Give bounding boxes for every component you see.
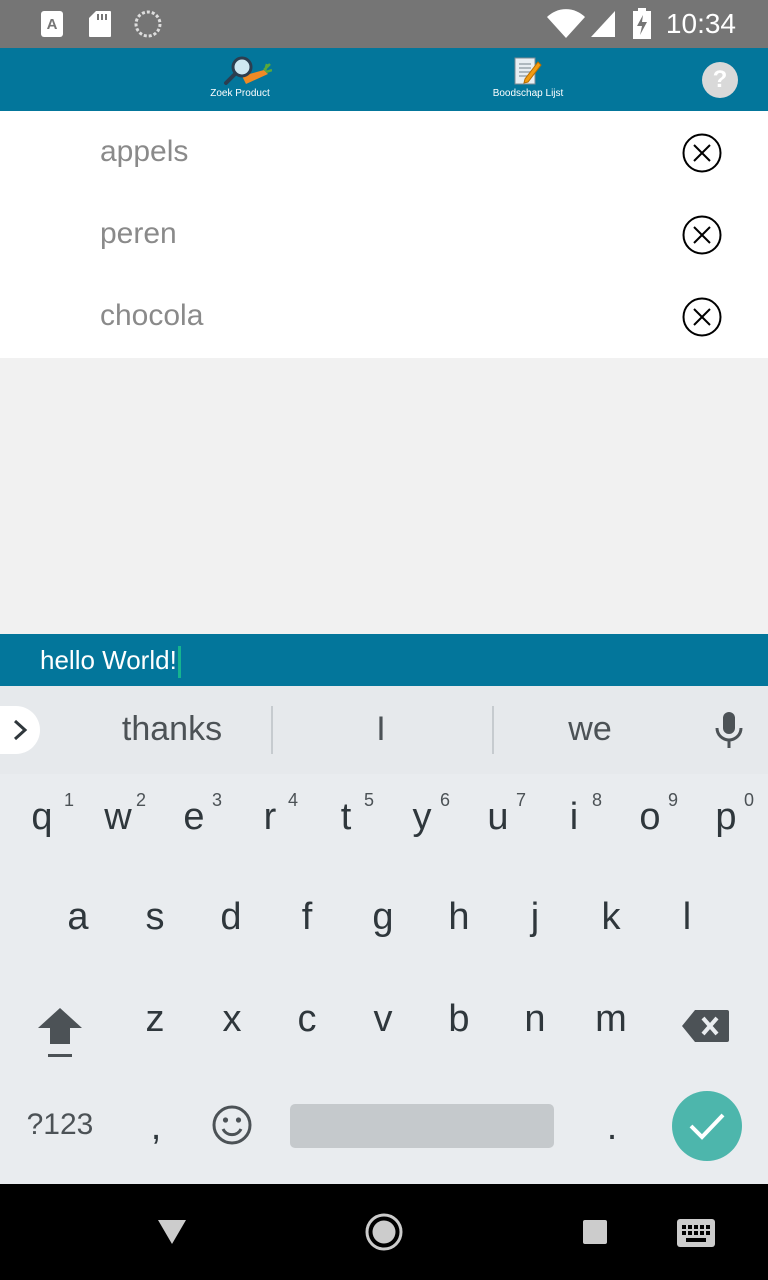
wifi-icon <box>547 9 585 38</box>
key-k[interactable]: k <box>573 896 649 939</box>
key-x[interactable]: x <box>194 998 270 1041</box>
system-nav-bar <box>0 1184 768 1280</box>
tab-boodschap-lijst-label: Boodschap Lijst <box>492 88 564 99</box>
space-bar[interactable] <box>290 1104 554 1148</box>
key-t[interactable]: t5 <box>308 790 384 839</box>
back-triangle-icon[interactable] <box>156 1218 188 1246</box>
expand-suggestions-button[interactable] <box>0 706 40 754</box>
symbols-key[interactable]: ?123 <box>14 1108 106 1142</box>
help-button[interactable]: ? <box>702 62 738 98</box>
key-r[interactable]: r4 <box>232 790 308 839</box>
shopping-list: appels peren chocola <box>0 111 768 358</box>
shift-arrow-icon <box>38 1008 82 1057</box>
key-c[interactable]: c <box>269 998 345 1041</box>
list-item: peren <box>0 195 768 277</box>
app-bar: Zoek Product Boodschap Lijst ? <box>0 48 768 111</box>
battery-charging-icon <box>633 8 651 39</box>
add-item-input[interactable]: hello World! <box>40 645 181 679</box>
tab-boodschap-lijst[interactable]: Boodschap Lijst <box>458 48 598 111</box>
key-s[interactable]: s <box>117 896 193 939</box>
key-n[interactable]: n <box>497 998 573 1041</box>
list-item: appels <box>0 113 768 195</box>
key-g[interactable]: g <box>345 896 421 939</box>
delete-circle-x-icon[interactable] <box>682 133 722 173</box>
status-bar: A 10:34 <box>0 0 768 48</box>
recents-square-icon[interactable] <box>582 1219 608 1245</box>
key-m[interactable]: m <box>573 998 649 1041</box>
suggestion-strip: thanks I we <box>0 686 768 774</box>
sd-card-icon <box>89 11 111 37</box>
key-v[interactable]: v <box>345 998 421 1041</box>
key-d[interactable]: d <box>193 896 269 939</box>
notepad-pencil-icon <box>514 57 542 85</box>
suggestion-2[interactable]: I <box>281 710 481 749</box>
key-f[interactable]: f <box>269 896 345 939</box>
home-circle-icon[interactable] <box>364 1212 404 1252</box>
key-a[interactable]: a <box>40 896 116 939</box>
backspace-key[interactable] <box>674 1006 738 1050</box>
delete-circle-x-icon[interactable] <box>682 215 722 255</box>
smiley-icon <box>212 1105 252 1145</box>
keyboard-switch-icon[interactable] <box>676 1218 716 1248</box>
key-j[interactable]: j <box>497 896 573 939</box>
done-key[interactable] <box>672 1091 742 1161</box>
backspace-icon <box>682 1010 729 1042</box>
cell-signal-icon <box>591 11 615 37</box>
checkmark-icon <box>689 1113 725 1140</box>
key-o[interactable]: o9 <box>612 790 688 839</box>
add-item-input-value: hello World! <box>40 645 177 675</box>
key-q[interactable]: q1 <box>4 790 80 839</box>
key-z[interactable]: z <box>117 998 193 1041</box>
list-item: chocola <box>0 277 768 359</box>
sync-icon <box>134 10 162 38</box>
soft-keyboard: thanks I we q1 w2 e3 r4 t5 y6 u7 i8 o9 p… <box>0 686 768 1184</box>
tab-zoek-product[interactable]: Zoek Product <box>170 48 310 111</box>
key-l[interactable]: l <box>649 896 725 939</box>
microphone-icon[interactable] <box>714 710 744 750</box>
key-p[interactable]: p0 <box>688 790 764 839</box>
list-item-label: appels <box>100 135 189 168</box>
key-w[interactable]: w2 <box>80 790 156 839</box>
suggestion-divider <box>271 706 273 754</box>
key-e[interactable]: e3 <box>156 790 232 839</box>
status-time: 10:34 <box>665 8 736 39</box>
key-b[interactable]: b <box>421 998 497 1041</box>
add-item-input-bar[interactable]: hello World! <box>0 634 768 686</box>
period-key[interactable]: . <box>574 1106 650 1149</box>
text-cursor <box>177 646 181 679</box>
suggestion-1[interactable]: thanks <box>72 710 272 749</box>
list-item-label: chocola <box>100 299 204 332</box>
delete-circle-x-icon[interactable] <box>682 297 722 337</box>
svg-text:A: A <box>47 16 58 33</box>
tab-zoek-product-label: Zoek Product <box>210 88 270 99</box>
chevron-right-icon <box>13 719 28 741</box>
list-item-label: peren <box>100 217 177 250</box>
suggestion-3[interactable]: we <box>490 710 690 749</box>
comma-key[interactable]: , <box>118 1106 194 1149</box>
emoji-key[interactable] <box>194 1104 270 1152</box>
key-u[interactable]: u7 <box>460 790 536 839</box>
key-y[interactable]: y6 <box>384 790 460 839</box>
magnifier-carrot-icon <box>224 56 272 85</box>
key-i[interactable]: i8 <box>536 790 612 839</box>
shift-key[interactable] <box>20 1004 100 1060</box>
key-h[interactable]: h <box>421 896 497 939</box>
a-notification-icon: A <box>41 11 63 37</box>
